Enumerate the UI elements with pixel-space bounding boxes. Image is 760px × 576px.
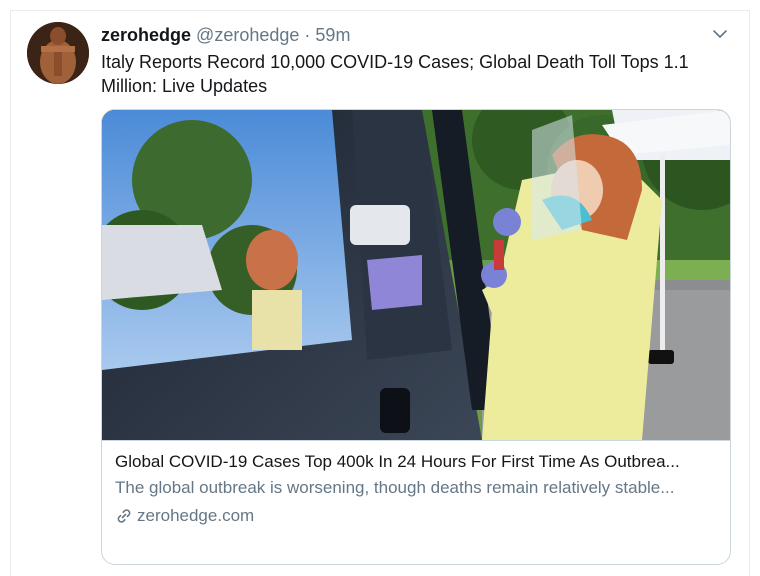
author-name[interactable]: zerohedge bbox=[101, 25, 191, 45]
tweet-text: Italy Reports Record 10,000 COVID-19 Cas… bbox=[101, 52, 689, 96]
covid-test-drive-through-photo[interactable] bbox=[102, 110, 730, 441]
chevron-down-icon[interactable] bbox=[712, 26, 728, 42]
card-domain-text: zerohedge.com bbox=[137, 506, 255, 525]
timeline-border-right bbox=[749, 10, 750, 576]
tweet-header: zerohedge @zerohedge · 59m bbox=[101, 24, 350, 46]
timeline-border-top bbox=[10, 10, 750, 11]
timestamp[interactable]: 59m bbox=[315, 25, 350, 45]
avatar[interactable] bbox=[27, 22, 89, 84]
link-icon bbox=[117, 509, 131, 523]
card-description: The global outbreak is worsening, though… bbox=[115, 478, 675, 497]
card-domain[interactable]: zerohedge.com bbox=[115, 505, 720, 527]
avatar-image bbox=[27, 22, 89, 84]
author-handle[interactable]: @zerohedge bbox=[196, 25, 299, 45]
separator: · bbox=[304, 25, 311, 45]
link-card[interactable]: Global COVID-19 Cases Top 400k In 24 Hou… bbox=[101, 109, 731, 565]
timeline-border-left bbox=[10, 10, 11, 576]
card-body: Global COVID-19 Cases Top 400k In 24 Hou… bbox=[115, 451, 720, 527]
card-title[interactable]: Global COVID-19 Cases Top 400k In 24 Hou… bbox=[115, 451, 720, 473]
